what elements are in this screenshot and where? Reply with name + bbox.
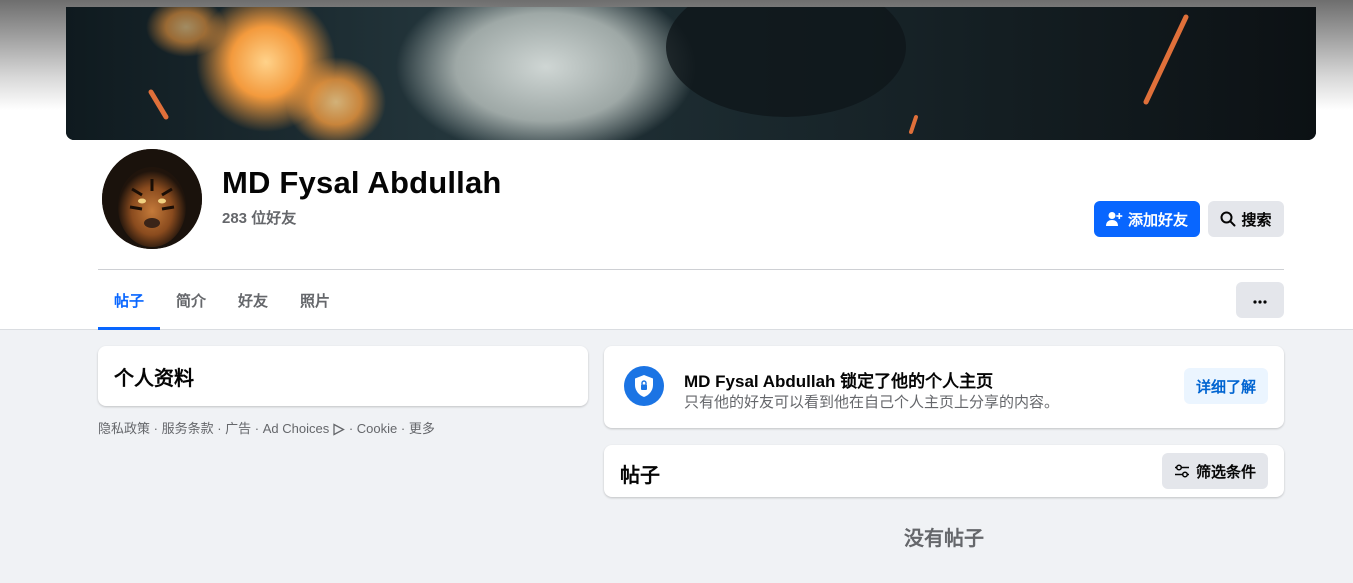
filter-label: 筛选条件: [1195, 463, 1256, 481]
ads-link[interactable]: 广告: [225, 421, 251, 436]
tab-label: 简介: [176, 292, 207, 310]
search-label: 搜索: [1241, 211, 1272, 229]
person-plus-icon: [1105, 211, 1123, 227]
tab-friends[interactable]: 好友: [222, 270, 284, 330]
friend-count[interactable]: 283 位好友: [222, 207, 296, 228]
cover-photo[interactable]: [66, 7, 1316, 140]
ad-choices-icon: [332, 423, 346, 439]
locked-profile-title: MD Fysal Abdullah 锁定了他的个人主页: [684, 372, 994, 391]
link-separator: ·: [213, 421, 226, 436]
tiger-avatar-image: [102, 149, 202, 249]
sliders-icon: [1174, 464, 1190, 478]
link-separator: ·: [150, 421, 162, 436]
link-separator: ·: [397, 421, 409, 436]
intro-title: 个人资料: [114, 368, 194, 390]
link-separator: ·: [345, 421, 357, 436]
profile-name: MD Fysal Abdullah: [222, 165, 502, 200]
shield-lock-icon: [624, 366, 664, 406]
tab-label: 帖子: [114, 292, 145, 310]
no-posts-message: 没有帖子: [904, 528, 984, 550]
tab-label: 照片: [300, 292, 331, 310]
link-separator: ·: [251, 421, 263, 436]
locked-profile-card: MD Fysal Abdullah 锁定了他的个人主页 只有他的好友可以看到他在…: [604, 346, 1284, 428]
intro-card: 个人资料: [98, 346, 588, 406]
posts-title: 帖子: [620, 465, 660, 487]
search-button[interactable]: 搜索: [1208, 201, 1284, 237]
profile-header: MD Fysal Abdullah 283 位好友 添加好友 搜索 帖子 简介: [0, 0, 1353, 330]
ad-choices-link[interactable]: Ad Choices: [262, 421, 346, 439]
more-link[interactable]: 更多: [409, 421, 435, 436]
tab-posts[interactable]: 帖子: [98, 270, 161, 330]
tab-label: 好友: [238, 292, 269, 310]
learn-more-button[interactable]: 详细了解: [1184, 368, 1268, 404]
terms-link[interactable]: 服务条款: [162, 421, 214, 436]
privacy-link[interactable]: 隐私政策: [98, 421, 150, 436]
posts-card: 帖子 筛选条件: [604, 445, 1284, 497]
more-options-button[interactable]: [1236, 282, 1284, 318]
ad-choices-label: Ad Choices: [262, 421, 330, 436]
locked-profile-subtitle: 只有他的好友可以看到他在自己个人主页上分享的内容。: [684, 394, 1060, 411]
footer-links: 隐私政策 · 服务条款 · 广告 · Ad Choices · Cookie ·…: [98, 418, 435, 439]
search-icon: [1220, 211, 1236, 227]
profile-avatar[interactable]: [102, 149, 202, 249]
profile-tabs: 帖子 简介 好友 照片: [98, 270, 346, 330]
add-friend-button[interactable]: 添加好友: [1094, 201, 1200, 237]
cookie-link[interactable]: Cookie: [357, 421, 397, 436]
tab-about[interactable]: 简介: [160, 270, 222, 330]
more-dots-icon: [1253, 291, 1267, 309]
filter-button[interactable]: 筛选条件: [1162, 453, 1268, 489]
cover-image: [66, 7, 1316, 140]
add-friend-label: 添加好友: [1127, 211, 1188, 229]
tab-photos[interactable]: 照片: [284, 270, 346, 330]
